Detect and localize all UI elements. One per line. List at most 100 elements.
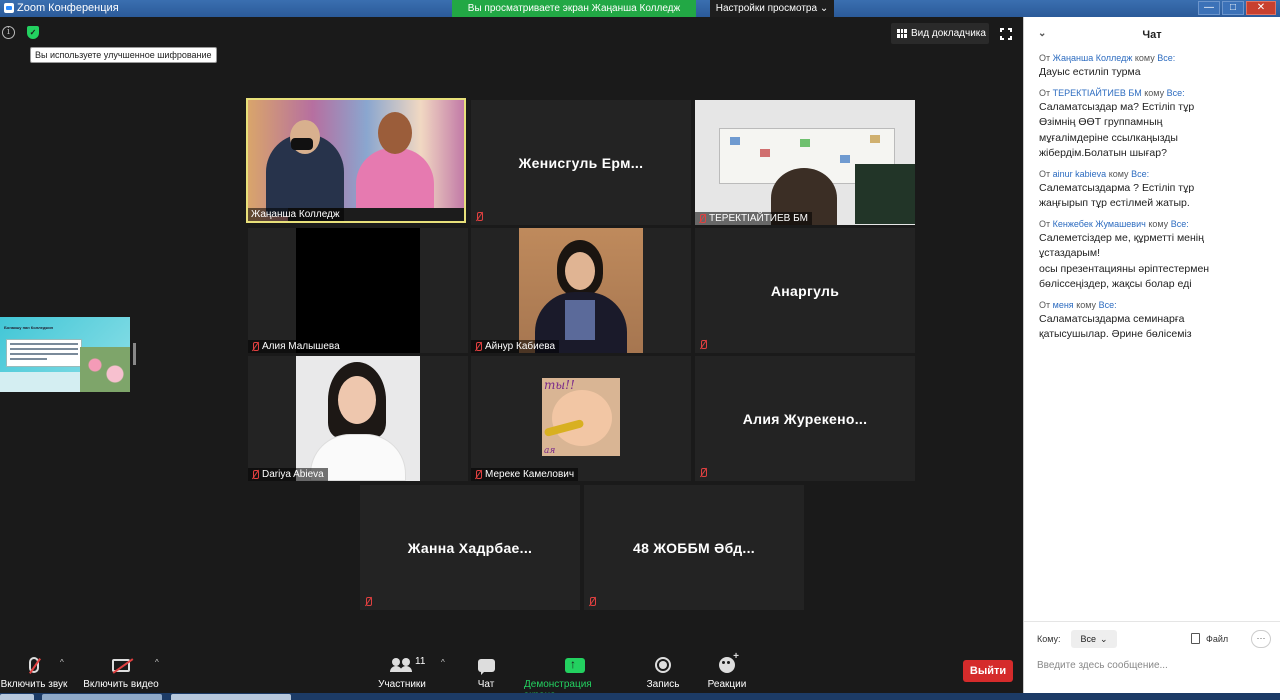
record-button[interactable]: Запись xyxy=(645,654,681,690)
share-screen-icon xyxy=(565,657,585,673)
reaction-smiley-icon xyxy=(719,651,739,673)
unmute-label: Включить звук xyxy=(0,679,68,690)
chat-message-meta: От Жаңанша Колледж кому Все: xyxy=(1039,53,1266,63)
video-options-caret-icon[interactable]: ^ xyxy=(155,658,159,667)
participant-tile[interactable]: Анаргуль xyxy=(695,228,915,353)
participant-tile[interactable]: Жанна Хадрбае... xyxy=(360,485,580,610)
chat-button[interactable]: Чат xyxy=(471,654,501,690)
participant-tile[interactable]: Жаңанша Колледж xyxy=(246,98,466,223)
record-icon xyxy=(655,657,671,673)
recipient-value: Все xyxy=(1080,634,1096,644)
participant-tile[interactable]: 48 ЖОББМ Әбд... xyxy=(584,485,804,610)
speaker-view-label: Вид докладчика xyxy=(911,28,986,39)
minimize-button[interactable]: — xyxy=(1198,1,1220,15)
participant-video xyxy=(248,100,464,221)
participant-tile[interactable]: Алия Малышева xyxy=(248,228,468,353)
muted-mic-icon xyxy=(251,341,259,352)
chat-message-input[interactable] xyxy=(1037,656,1267,674)
to-word: кому xyxy=(1108,168,1129,179)
participant-tile[interactable]: Айнур Кабиева xyxy=(471,228,691,353)
from-word: От xyxy=(1039,168,1051,179)
participant-name-label: Алия Малышева xyxy=(248,340,344,353)
reactions-button[interactable]: Реакции xyxy=(706,651,748,690)
participant-name-label: Айнур Кабиева xyxy=(471,340,560,353)
zoom-logo-icon xyxy=(4,3,14,13)
participant-video xyxy=(695,100,915,225)
shared-slide-content xyxy=(6,339,82,367)
participant-name-label: ТЕРЕКТІАЙТИЕВ БМ xyxy=(695,212,812,225)
title-bar: Zoom Конференция Вы просматриваете экран… xyxy=(0,0,1280,17)
participants-options-caret-icon[interactable]: ^ xyxy=(441,658,445,667)
maximize-button[interactable]: □ xyxy=(1222,1,1244,15)
participant-tile[interactable]: Алия Журекено... xyxy=(695,356,915,481)
record-label: Запись xyxy=(646,679,680,690)
speaker-view-button[interactable]: Вид докладчика xyxy=(891,23,989,44)
chat-message-meta: От Кенжебек Жумашевич кому Все: xyxy=(1039,219,1266,229)
participant-name-placeholder: Жанна Хадрбае... xyxy=(407,539,533,556)
message-recipient: Все: xyxy=(1157,53,1176,63)
participant-name-placeholder: Анаргуль xyxy=(770,282,840,299)
chat-icon xyxy=(477,658,495,675)
meeting-area: i ✓ Вы используете улучшенное шифрование… xyxy=(0,17,1022,700)
muted-mic-icon xyxy=(699,468,707,478)
chat-more-options-button[interactable]: ··· xyxy=(1251,630,1271,648)
recipient-label: Кому: xyxy=(1037,634,1061,644)
chat-message-text: жібердім.Болатын шығар? xyxy=(1039,147,1167,159)
participants-label: Участники xyxy=(378,679,426,690)
muted-mic-icon xyxy=(364,597,372,607)
message-sender[interactable]: ainur kabieva xyxy=(1053,169,1107,179)
from-word: От xyxy=(1039,299,1051,310)
chat-composer: Кому: Все ⌄ Файл ··· xyxy=(1024,621,1280,700)
view-options-menu[interactable]: Настройки просмотра ⌄ xyxy=(710,0,834,17)
message-sender[interactable]: меня xyxy=(1053,300,1074,310)
start-video-button[interactable]: Включить видео xyxy=(82,654,160,690)
muted-mic-icon xyxy=(474,469,482,480)
start-video-label: Включить видео xyxy=(83,679,159,690)
leave-meeting-button[interactable]: Выйти xyxy=(963,660,1013,682)
send-file-button[interactable]: Файл xyxy=(1191,633,1228,644)
recipient-select[interactable]: Все ⌄ xyxy=(1071,630,1117,648)
participant-avatar-image: ты!! ая xyxy=(542,378,620,456)
participant-tile[interactable]: ты!! ая Мереке Камелович xyxy=(471,356,691,481)
message-sender[interactable]: Жаңанша Колледж xyxy=(1053,53,1133,63)
encryption-shield-icon[interactable]: ✓ xyxy=(27,26,39,39)
audio-options-caret-icon[interactable]: ^ xyxy=(60,658,64,667)
unmute-button[interactable]: Включить звук xyxy=(0,654,68,690)
chat-message: От ainur kabieva кому Все: Салематсыздарм… xyxy=(1024,169,1280,212)
flowers-image xyxy=(80,347,130,392)
chat-message-text: Саламатсыздарма семинарға xyxy=(1039,312,1185,325)
message-sender[interactable]: ТЕРЕКТІАЙТИЕВ БМ xyxy=(1053,88,1142,98)
muted-mic-icon xyxy=(699,340,707,350)
participant-name-placeholder: Алия Журекено... xyxy=(742,410,868,427)
from-word: От xyxy=(1039,218,1051,229)
message-recipient: Все: xyxy=(1170,218,1189,229)
participant-name-label: Dariya Abieva xyxy=(248,468,328,481)
video-off-icon xyxy=(112,658,130,672)
shared-screen-thumbnail[interactable]: Бонакшу пан Колледжин xyxy=(0,317,130,392)
to-word: кому xyxy=(1144,87,1165,98)
close-window-button[interactable]: ✕ xyxy=(1246,1,1276,15)
participant-name-label: Жаңанша Колледж xyxy=(248,208,344,221)
thumbnail-resize-handle[interactable] xyxy=(133,343,136,365)
chevron-down-icon: ⌄ xyxy=(819,3,829,14)
avatar-caption-top: ты!! xyxy=(544,378,575,392)
participant-tile[interactable]: ТЕРЕКТІАЙТИЕВ БМ xyxy=(695,100,915,225)
chat-message-text: қатысушылар. Әрине бөлісеміз xyxy=(1039,328,1192,340)
os-taskbar xyxy=(0,693,1280,700)
fullscreen-icon[interactable] xyxy=(1000,28,1012,40)
participant-video xyxy=(296,228,420,353)
participant-tile[interactable]: Dariya Abieva xyxy=(248,356,468,481)
to-word: кому xyxy=(1076,299,1097,310)
message-recipient: Все: xyxy=(1098,299,1117,310)
collapse-chevron-icon[interactable]: ⌄ xyxy=(1038,28,1046,39)
chat-panel: ⌄ Чат От Жаңанша Колледж кому Все: Дауыс … xyxy=(1023,17,1280,700)
chat-message: От меня кому Все: Саламатсыздарма семинар… xyxy=(1024,300,1280,343)
message-sender[interactable]: Кенжебек Жумашевич xyxy=(1053,219,1146,229)
participant-tile[interactable]: Женисгуль Ерм... xyxy=(471,100,691,225)
chat-message-meta: От меня кому Все: xyxy=(1039,300,1266,310)
participant-name-placeholder: 48 ЖОББМ Әбд... xyxy=(632,539,756,556)
chat-message: От ТЕРЕКТІАЙТИЕВ БМ кому Все: Саламатсызд… xyxy=(1024,88,1280,162)
chat-message-text: мұғалімдеріне ссылкаңызды xyxy=(1039,131,1178,144)
chat-message-meta: От ainur kabieva кому Все: xyxy=(1039,169,1266,179)
meeting-info-icon[interactable]: i xyxy=(2,26,15,39)
